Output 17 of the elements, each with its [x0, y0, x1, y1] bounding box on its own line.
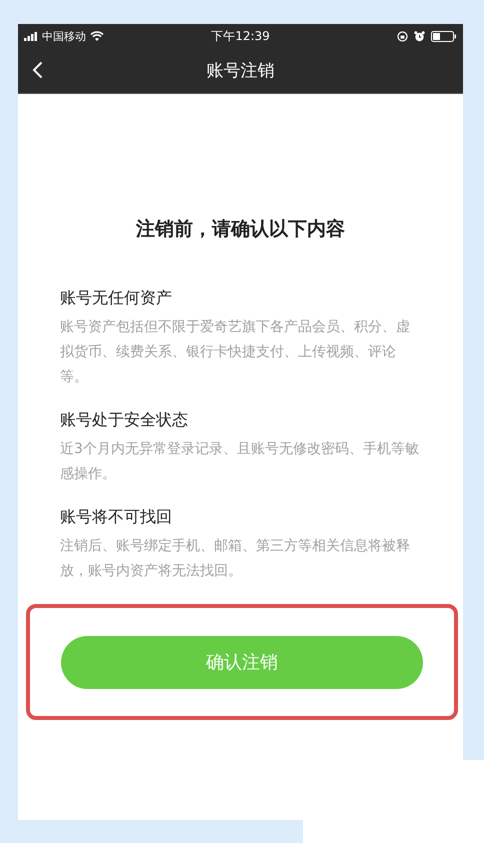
confirm-button[interactable]: 确认注销: [61, 636, 423, 688]
signal-icon: [24, 32, 38, 40]
wifi-icon: [90, 31, 104, 41]
condition-title: 账号将不可找回: [60, 507, 173, 528]
condition-description: 近3个月内无异常登录记录、且账号无修改密码、手机等敏感操作。: [60, 440, 420, 484]
section-heading: 注销前，请确认以下内容: [134, 217, 346, 242]
condition-description: 账号资产包括但不限于爱奇艺旗下各产品会员、积分、虚拟货币、续费关系、银行卡快捷支付、上传视频、评论等。: [60, 318, 411, 387]
rotation-lock-icon: [397, 30, 408, 42]
condition-title: 账号无任何资产: [60, 288, 173, 309]
alarm-icon: [414, 30, 425, 42]
condition-title: 账号处于安全状态: [60, 410, 189, 431]
condition-description: 注销后、账号绑定手机、邮箱、第三方等相关信息将被释放，账号内资产将无法找回。: [60, 537, 411, 581]
carrier-name: 中国移动: [42, 28, 86, 44]
battery-icon: [431, 30, 457, 42]
page-title: 账号注销: [206, 60, 274, 82]
status-time: 下午12:39: [211, 28, 270, 44]
back-icon[interactable]: [32, 61, 43, 79]
